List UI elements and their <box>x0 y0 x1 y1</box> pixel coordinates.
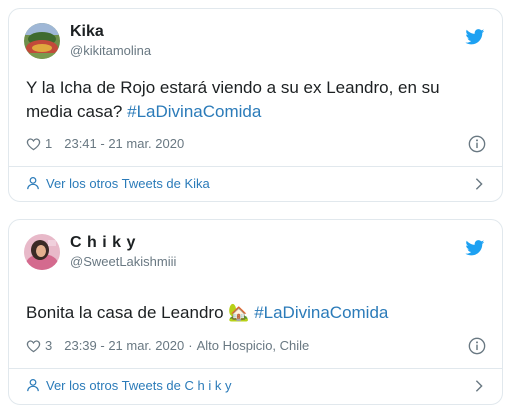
tweet-meta: 3 23:39 - 21 mar. 2020 · Alto Hospicio, … <box>26 337 309 355</box>
avatar-image-icon <box>24 23 60 59</box>
view-more-tweets-link[interactable]: Ver los otros Tweets de Kika <box>26 173 210 193</box>
tweet-body: Bonita la casa de Leandro <box>26 303 224 322</box>
twitter-bird-icon[interactable] <box>465 240 485 256</box>
tweet-card[interactable]: C h i k y @SweetLakishmiii Bonita la cas… <box>8 219 503 405</box>
view-more-tweets-label: Ver los otros Tweets de C h i k y <box>46 377 232 393</box>
tweet-timestamp[interactable]: 23:39 - 21 mar. 2020 <box>64 337 184 355</box>
tweet-text: Bonita la casa de Leandro 🏡 #LaDivinaCom… <box>26 301 476 325</box>
author-name[interactable]: Kika <box>70 22 104 42</box>
hashtag-link[interactable]: #LaDivinaComida <box>254 303 388 322</box>
tweet-text: Y la Icha de Rojo estará viendo a su ex … <box>26 76 476 124</box>
author-name[interactable]: C h i k y <box>70 233 136 253</box>
twitter-bird-icon[interactable] <box>465 29 485 45</box>
divider <box>9 166 502 167</box>
tweet-location[interactable]: Alto Hospicio, Chile <box>197 337 310 355</box>
author-handle[interactable]: @kikitamolina <box>70 43 151 59</box>
chevron-right-icon[interactable] <box>474 379 484 393</box>
view-more-tweets-link[interactable]: Ver los otros Tweets de C h i k y <box>26 375 231 395</box>
avatar[interactable] <box>24 23 60 59</box>
tweet-meta: 1 23:41 - 21 mar. 2020 <box>26 135 184 153</box>
heart-icon[interactable] <box>26 339 41 353</box>
user-icon <box>27 378 39 392</box>
heart-icon[interactable] <box>26 137 41 151</box>
hashtag-link[interactable]: #LaDivinaComida <box>127 102 261 121</box>
tweet-timestamp[interactable]: 23:41 - 21 mar. 2020 <box>64 135 184 153</box>
divider <box>9 368 502 369</box>
author-handle[interactable]: @SweetLakishmiii <box>70 254 176 270</box>
info-icon[interactable] <box>468 135 486 153</box>
like-count[interactable]: 1 <box>45 135 52 153</box>
like-count[interactable]: 3 <box>45 337 52 355</box>
house-emoji: 🏡 <box>228 303 250 322</box>
user-icon <box>27 176 39 190</box>
tweet-card[interactable]: Kika @kikitamolina Y la Icha de Rojo est… <box>8 8 503 202</box>
avatar-image-icon <box>24 234 60 270</box>
info-icon[interactable] <box>468 337 486 355</box>
view-more-tweets-label: Ver los otros Tweets de Kika <box>46 175 210 191</box>
meta-separator: · <box>188 338 193 353</box>
avatar[interactable] <box>24 234 60 270</box>
chevron-right-icon[interactable] <box>474 177 484 191</box>
